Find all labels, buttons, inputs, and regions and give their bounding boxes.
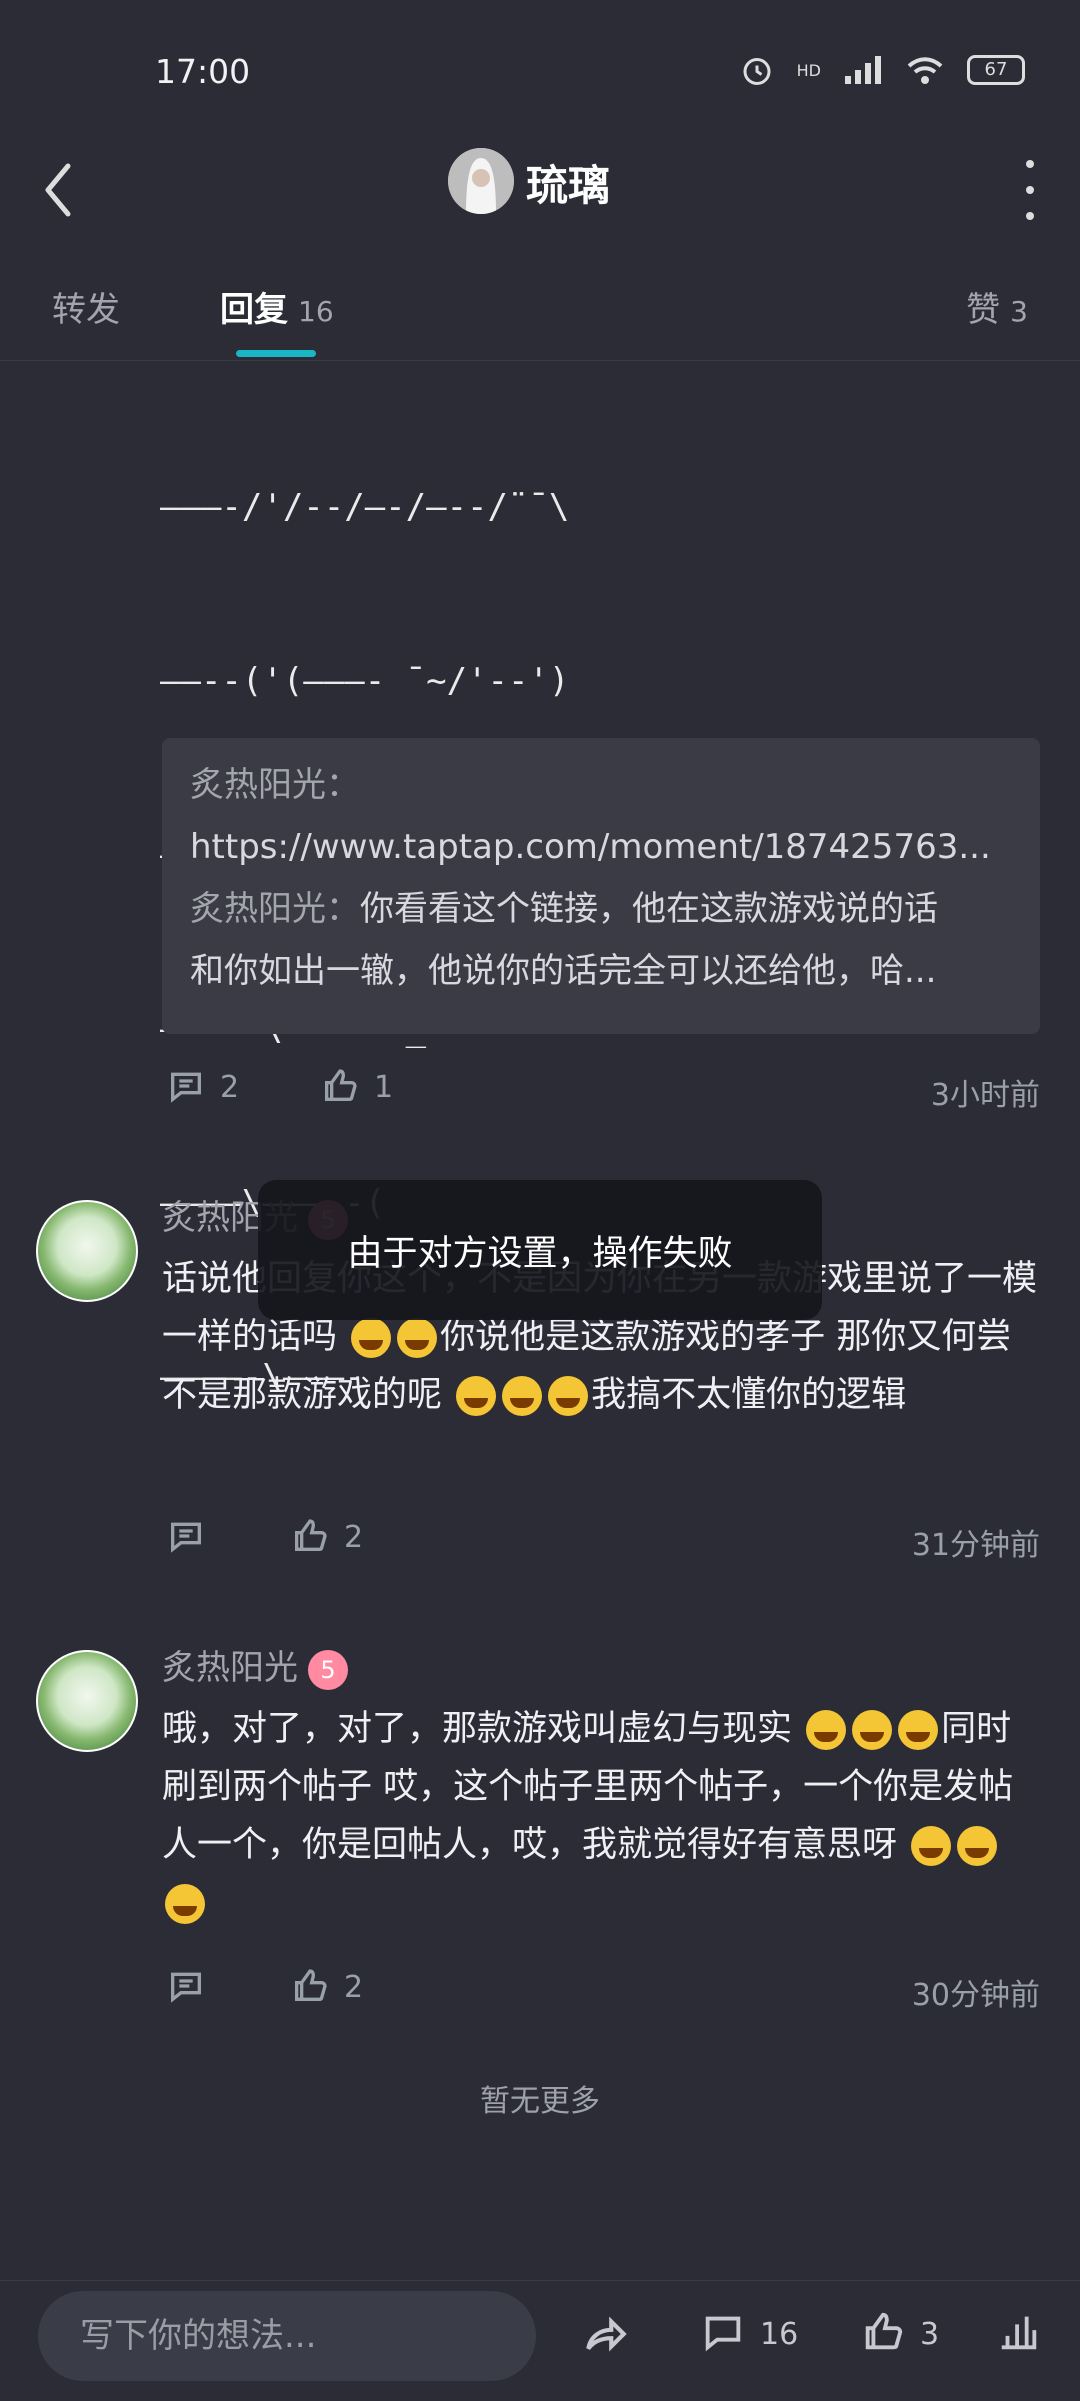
header: 琉璃 <box>0 140 1080 260</box>
bottom-comment-count: 16 <box>760 2317 799 2352</box>
ascii-line: ——--('(———- ¯~/'--') <box>160 661 570 701</box>
status-time: 17:00 <box>155 52 251 91</box>
toast-message: 由于对方设置，操作失败 <box>258 1180 822 1320</box>
quote-line: 炙热阳光： <box>190 765 360 805</box>
like-count: 1 <box>374 1070 394 1105</box>
level-badge: 5 <box>308 1649 348 1690</box>
active-tab-indicator <box>236 350 316 357</box>
thumbs-up-icon[interactable] <box>290 1966 330 2006</box>
comment-actions: 2 31分钟前 <box>162 1508 1040 1568</box>
post-actions: 2 1 3小时前 <box>162 1058 1040 1118</box>
no-more-label: 暂无更多 <box>480 2084 600 2119</box>
quoted-reply-card[interactable]: 炙热阳光： https://www.taptap.com/moment/1874… <box>162 738 1040 1034</box>
comment-text: 哦，对了，对了，那款游戏叫虚幻与现实 同时刷到两个帖子 哎，这个帖子里两个帖子，… <box>162 1700 1042 1932</box>
comment-time: 31分钟前 <box>911 1528 1040 1563</box>
thumbs-up-icon[interactable] <box>860 2309 906 2355</box>
laugh-cry-emoji-icon <box>852 1710 893 1750</box>
laugh-cry-emoji-icon <box>165 1884 205 1924</box>
comment-count: 2 <box>220 1070 240 1105</box>
avatar-image <box>448 148 514 214</box>
tab-bar: 转发 回复 16 赞3 <box>0 270 1080 361</box>
ascii-line: ———-/'/--/—-/—--/¨¯\ <box>160 487 570 527</box>
status-icons: HD 67 <box>739 52 1025 88</box>
laugh-cry-emoji-icon <box>351 1318 392 1358</box>
thumbs-up-icon[interactable] <box>320 1066 360 1106</box>
commenter-avatar[interactable] <box>36 1650 138 1752</box>
like-count: 2 <box>344 1970 364 2005</box>
wifi-icon <box>907 57 943 84</box>
author-avatar[interactable] <box>448 148 514 214</box>
share-icon[interactable] <box>580 2309 630 2359</box>
tab-likes[interactable]: 赞3 <box>966 282 1028 331</box>
comment-actions: 2 30分钟前 <box>162 1958 1040 2018</box>
more-vertical-icon[interactable] <box>1026 160 1038 220</box>
alarm-icon <box>743 58 771 85</box>
reply-count: 16 <box>298 295 334 328</box>
laugh-cry-emoji-icon <box>957 1826 998 1866</box>
commenter-name[interactable]: 炙热阳光5 <box>162 1640 348 1690</box>
tab-replies[interactable]: 回复 16 <box>220 282 334 331</box>
laugh-cry-emoji-icon <box>806 1710 847 1750</box>
thumbs-up-icon[interactable] <box>290 1516 330 1556</box>
network-type-label: HD <box>796 60 821 80</box>
author-name[interactable]: 琉璃 <box>526 152 610 213</box>
comment-time: 30分钟前 <box>911 1978 1040 2013</box>
battery-icon: 67 <box>967 55 1025 85</box>
commenter-avatar[interactable] <box>36 1200 138 1302</box>
laugh-cry-emoji-icon <box>502 1376 543 1416</box>
comment-icon[interactable] <box>166 1516 206 1556</box>
laugh-cry-emoji-icon <box>548 1376 589 1416</box>
laugh-cry-emoji-icon <box>898 1710 939 1750</box>
signal-icon <box>845 56 881 84</box>
back-arrow-icon[interactable] <box>38 160 78 220</box>
likes-count: 3 <box>1010 295 1028 328</box>
comment-item: 炙热阳光 5 哦，对了，对了，那款游戏叫虚幻与现实 同时刷到两个帖子 哎，这个帖子… <box>0 1640 1080 1940</box>
bottom-bar: 写下你的想法... 16 3 <box>0 2280 1080 2401</box>
comment-icon[interactable] <box>166 1966 206 2006</box>
tab-forward[interactable]: 转发 <box>52 282 120 331</box>
status-bar: 17:00 HD 67 <box>0 0 1080 140</box>
reply-input[interactable]: 写下你的想法... <box>38 2291 536 2381</box>
bottom-like-count: 3 <box>920 2317 940 2352</box>
comment-icon[interactable] <box>700 2309 746 2355</box>
comment-icon[interactable] <box>166 1066 206 1106</box>
laugh-cry-emoji-icon <box>911 1826 952 1866</box>
quote-line: 和你如出一辙，他说你的话完全可以还给他，哈... <box>190 951 937 991</box>
laugh-cry-emoji-icon <box>456 1376 497 1416</box>
like-count: 2 <box>344 1520 364 1555</box>
quote-line: 炙热阳光：你看看这个链接，他在这款游戏说的话 <box>190 889 938 929</box>
post-time: 3小时前 <box>930 1078 1040 1113</box>
laugh-cry-emoji-icon <box>397 1318 438 1358</box>
stats-icon[interactable] <box>996 2309 1042 2355</box>
quote-link[interactable]: https://www.taptap.com/moment/187425763.… <box>190 816 1012 878</box>
